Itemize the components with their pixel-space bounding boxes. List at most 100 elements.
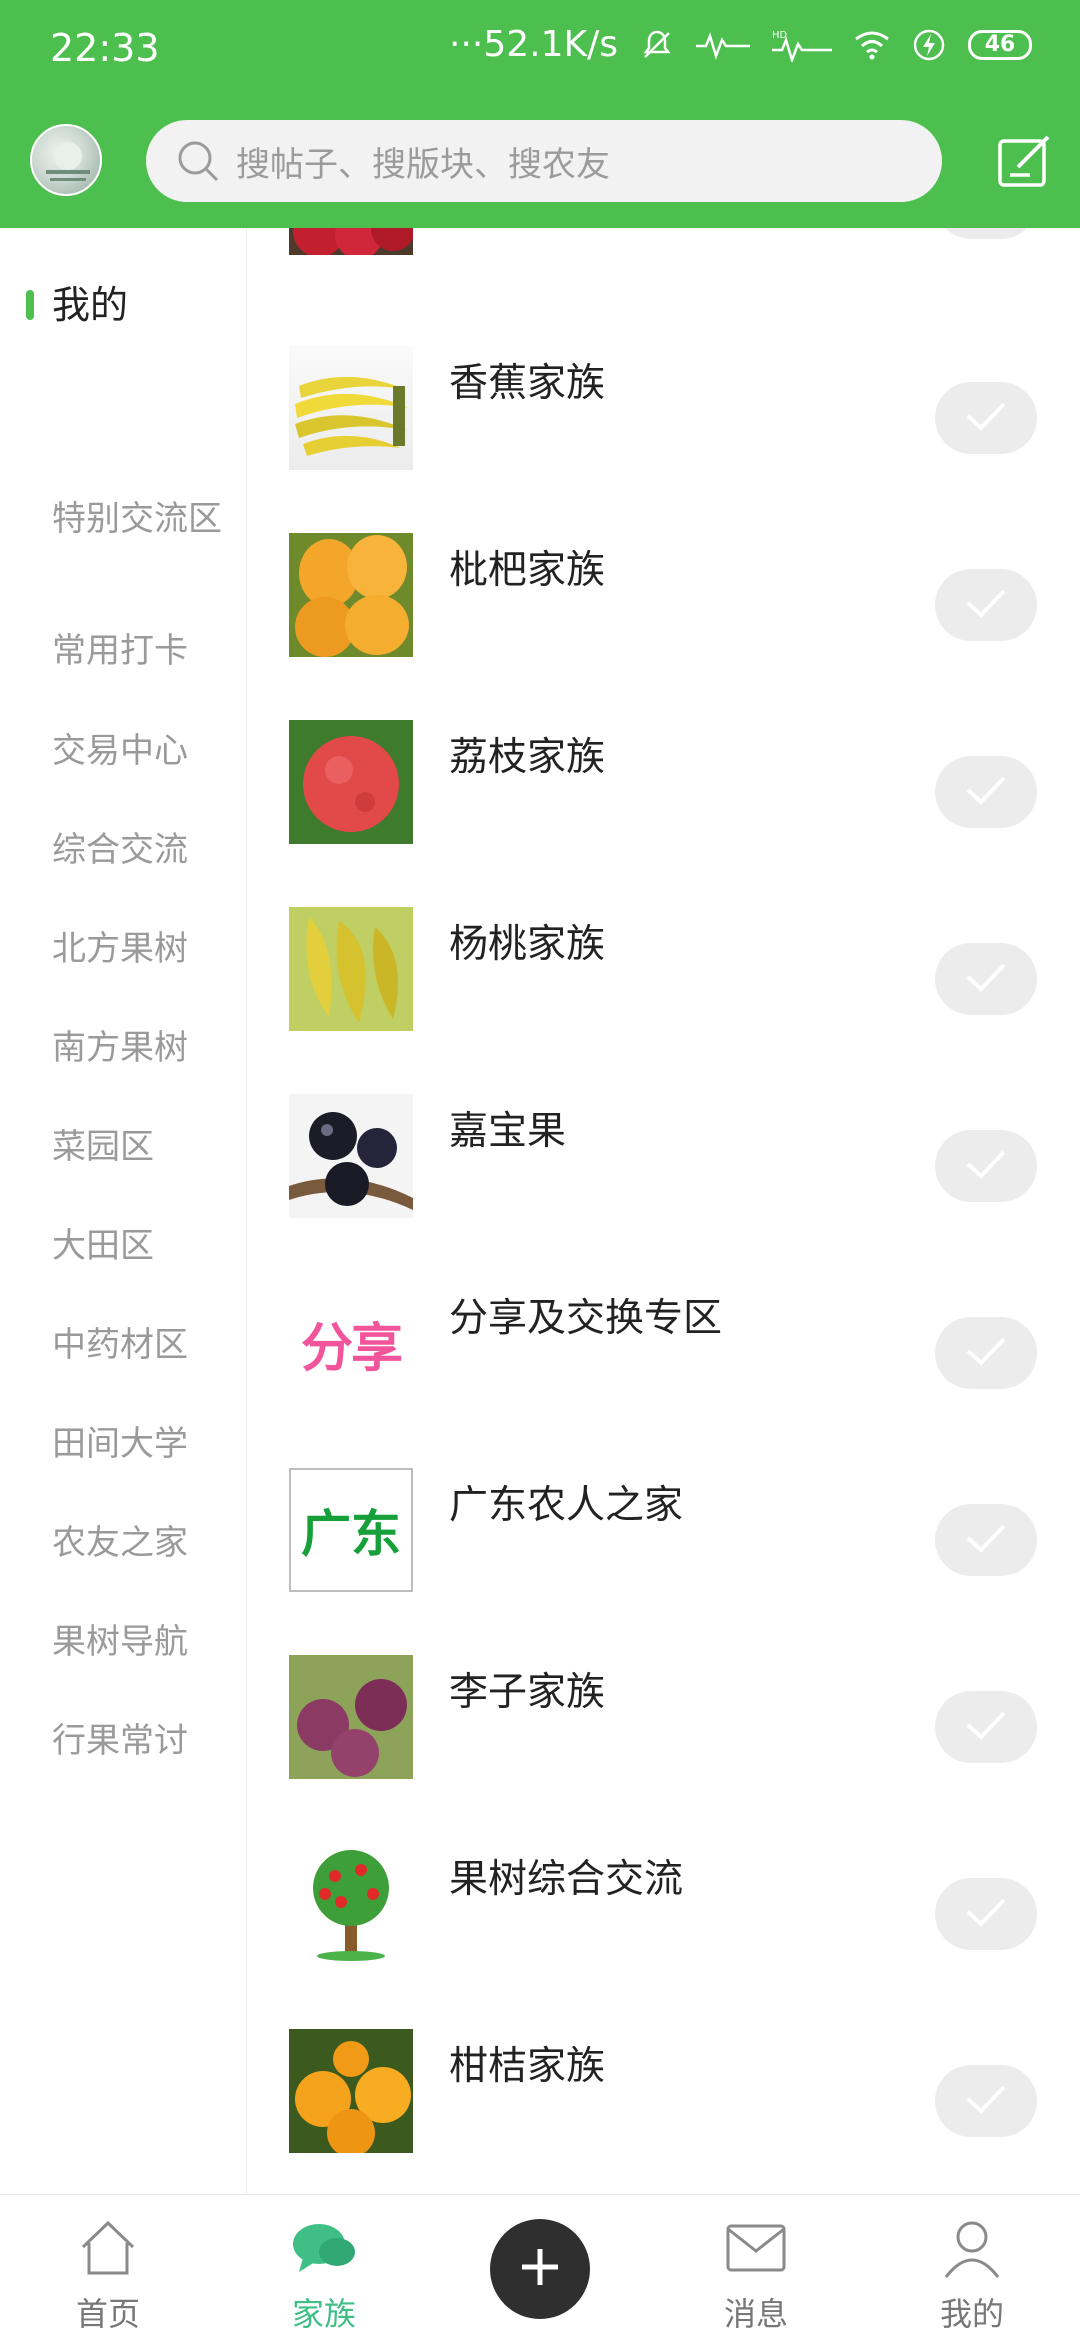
plum-thumbnail bbox=[289, 1655, 413, 1779]
compose-post-button[interactable] bbox=[996, 133, 1052, 189]
charging-icon bbox=[912, 28, 946, 62]
check-icon bbox=[962, 1894, 1010, 1934]
list-item[interactable]: 嘉宝果 bbox=[247, 1090, 1080, 1277]
list-item[interactable]: 枇杷家族 bbox=[247, 529, 1080, 716]
nav-messages[interactable]: 消息 bbox=[681, 2195, 831, 2341]
list-item[interactable]: 香蕉家族 bbox=[247, 342, 1080, 529]
list-item[interactable] bbox=[247, 228, 1080, 314]
nav-messages-label: 消息 bbox=[723, 2295, 788, 2333]
sidebar-item-partial[interactable]: 行果常讨 bbox=[0, 1718, 246, 1765]
category-sidebar: 我的 特别交流区 常用打卡 交易中心 综合交流 北方果树 南方果树 菜园区 大田… bbox=[0, 228, 247, 2194]
check-icon bbox=[962, 2081, 1010, 2121]
subscribe-toggle[interactable] bbox=[935, 756, 1037, 828]
item-title: 柑桔家族 bbox=[449, 2044, 606, 2089]
sidebar-item-field[interactable]: 大田区 bbox=[0, 1223, 246, 1270]
nav-family-label: 家族 bbox=[291, 2295, 356, 2333]
subscribe-toggle[interactable] bbox=[935, 2065, 1037, 2137]
sidebar-item-vegetable[interactable]: 菜园区 bbox=[0, 1124, 246, 1171]
nav-family[interactable]: 家族 bbox=[249, 2195, 399, 2341]
item-title: 杨桃家族 bbox=[449, 922, 606, 967]
subscribe-toggle[interactable] bbox=[935, 943, 1037, 1015]
sidebar-item-general[interactable]: 综合交流 bbox=[0, 827, 246, 874]
share-thumb-text: 分享 bbox=[300, 1318, 403, 1379]
sidebar-fade bbox=[0, 2154, 246, 2194]
bottom-nav: 首页 家族 消息 我的 bbox=[0, 2194, 1080, 2341]
item-title: 枇杷家族 bbox=[449, 548, 606, 593]
item-title: 香蕉家族 bbox=[449, 361, 606, 406]
sidebar-item-herbs[interactable]: 中药材区 bbox=[0, 1322, 246, 1369]
status-time: 22:33 bbox=[50, 26, 160, 70]
banana-thumbnail bbox=[289, 346, 413, 470]
item-title: 嘉宝果 bbox=[449, 1109, 567, 1154]
add-post-button[interactable] bbox=[490, 2219, 590, 2319]
list-item[interactable]: 果树综合交流 bbox=[247, 1838, 1080, 2025]
check-icon bbox=[962, 1146, 1010, 1186]
subscribe-toggle[interactable] bbox=[935, 1691, 1037, 1763]
starfruit-thumbnail bbox=[289, 907, 413, 1031]
subscribe-toggle[interactable] bbox=[935, 1504, 1037, 1576]
subscribe-toggle[interactable] bbox=[935, 228, 1037, 239]
lychee-thumbnail bbox=[289, 720, 413, 844]
sidebar-item-checkin[interactable]: 常用打卡 bbox=[0, 628, 246, 675]
list-item[interactable]: 柑桔家族 bbox=[247, 2025, 1080, 2194]
citrus-thumbnail bbox=[289, 2029, 413, 2153]
check-icon bbox=[962, 1707, 1010, 1747]
sidebar-item-trade[interactable]: 交易中心 bbox=[0, 728, 246, 775]
check-icon bbox=[962, 772, 1010, 812]
nav-home[interactable]: 首页 bbox=[33, 2195, 183, 2341]
subscribe-toggle[interactable] bbox=[935, 569, 1037, 641]
check-icon bbox=[962, 585, 1010, 625]
fruit-tree-thumbnail bbox=[289, 1842, 413, 1966]
battery-level: 46 bbox=[984, 32, 1016, 57]
list-item[interactable]: 荔枝家族 bbox=[247, 716, 1080, 903]
list-item[interactable]: 杨桃家族 bbox=[247, 903, 1080, 1090]
list-item[interactable]: 分享 分享及交换专区 bbox=[247, 1277, 1080, 1464]
family-list: 香蕉家族 枇杷家族 荔枝家族 杨桃家族 嘉宝果 分享 分享及交换专区 广东 广东… bbox=[247, 228, 1080, 2194]
list-item[interactable]: 李子家族 bbox=[247, 1651, 1080, 1838]
item-title: 广东农人之家 bbox=[449, 1483, 684, 1528]
sidebar-item-north-fruit[interactable]: 北方果树 bbox=[0, 926, 246, 973]
item-title: 果树综合交流 bbox=[449, 1857, 684, 1902]
sidebar-item-south-fruit[interactable]: 南方果树 bbox=[0, 1025, 246, 1072]
list-item[interactable]: 广东 广东农人之家 bbox=[247, 1464, 1080, 1651]
fruit-red-thumbnail bbox=[289, 228, 413, 255]
mail-icon bbox=[723, 2215, 789, 2281]
avatar[interactable] bbox=[30, 124, 102, 196]
check-icon bbox=[962, 1520, 1010, 1560]
check-icon bbox=[962, 1333, 1010, 1373]
battery-indicator: 46 bbox=[968, 29, 1032, 60]
search-icon bbox=[176, 139, 220, 183]
status-icons: ···52.1K/s HD 46 bbox=[449, 24, 1032, 65]
subscribe-toggle[interactable] bbox=[935, 1130, 1037, 1202]
check-icon bbox=[962, 959, 1010, 999]
item-title: 分享及交换专区 bbox=[449, 1296, 723, 1341]
signal-wave-icon bbox=[696, 30, 750, 60]
subscribe-toggle[interactable] bbox=[935, 1317, 1037, 1389]
search-placeholder: 搜帖子、搜版块、搜农友 bbox=[236, 144, 610, 185]
nav-mine-label: 我的 bbox=[939, 2295, 1004, 2333]
sidebar-item-farmers-home[interactable]: 农友之家 bbox=[0, 1520, 246, 1567]
chat-bubbles-icon bbox=[291, 2215, 357, 2281]
person-icon bbox=[939, 2215, 1005, 2281]
hd-signal-icon: HD bbox=[772, 28, 832, 62]
home-icon bbox=[75, 2215, 141, 2281]
nav-mine[interactable]: 我的 bbox=[897, 2195, 1047, 2341]
subscribe-toggle[interactable] bbox=[935, 382, 1037, 454]
guangdong-thumb-text: 广东 bbox=[301, 1505, 401, 1563]
sidebar-item-fruit-nav[interactable]: 果树导航 bbox=[0, 1619, 246, 1666]
sidebar-item-university[interactable]: 田间大学 bbox=[0, 1421, 246, 1468]
wifi-icon bbox=[854, 29, 890, 61]
plus-icon bbox=[518, 2245, 562, 2293]
jabuticaba-thumbnail bbox=[289, 1094, 413, 1218]
check-icon bbox=[962, 398, 1010, 438]
edit-icon bbox=[996, 133, 1052, 189]
subscribe-toggle[interactable] bbox=[935, 1878, 1037, 1950]
bell-muted-icon bbox=[640, 28, 674, 62]
sidebar-item-special[interactable]: 特别交流区 bbox=[0, 496, 246, 543]
loquat-thumbnail bbox=[289, 533, 413, 657]
item-title: 李子家族 bbox=[449, 1670, 606, 1715]
share-thumbnail: 分享 bbox=[289, 1281, 413, 1405]
nav-home-label: 首页 bbox=[75, 2295, 140, 2333]
search-input[interactable]: 搜帖子、搜版块、搜农友 bbox=[146, 120, 942, 202]
sidebar-item-mine[interactable]: 我的 bbox=[0, 282, 246, 329]
